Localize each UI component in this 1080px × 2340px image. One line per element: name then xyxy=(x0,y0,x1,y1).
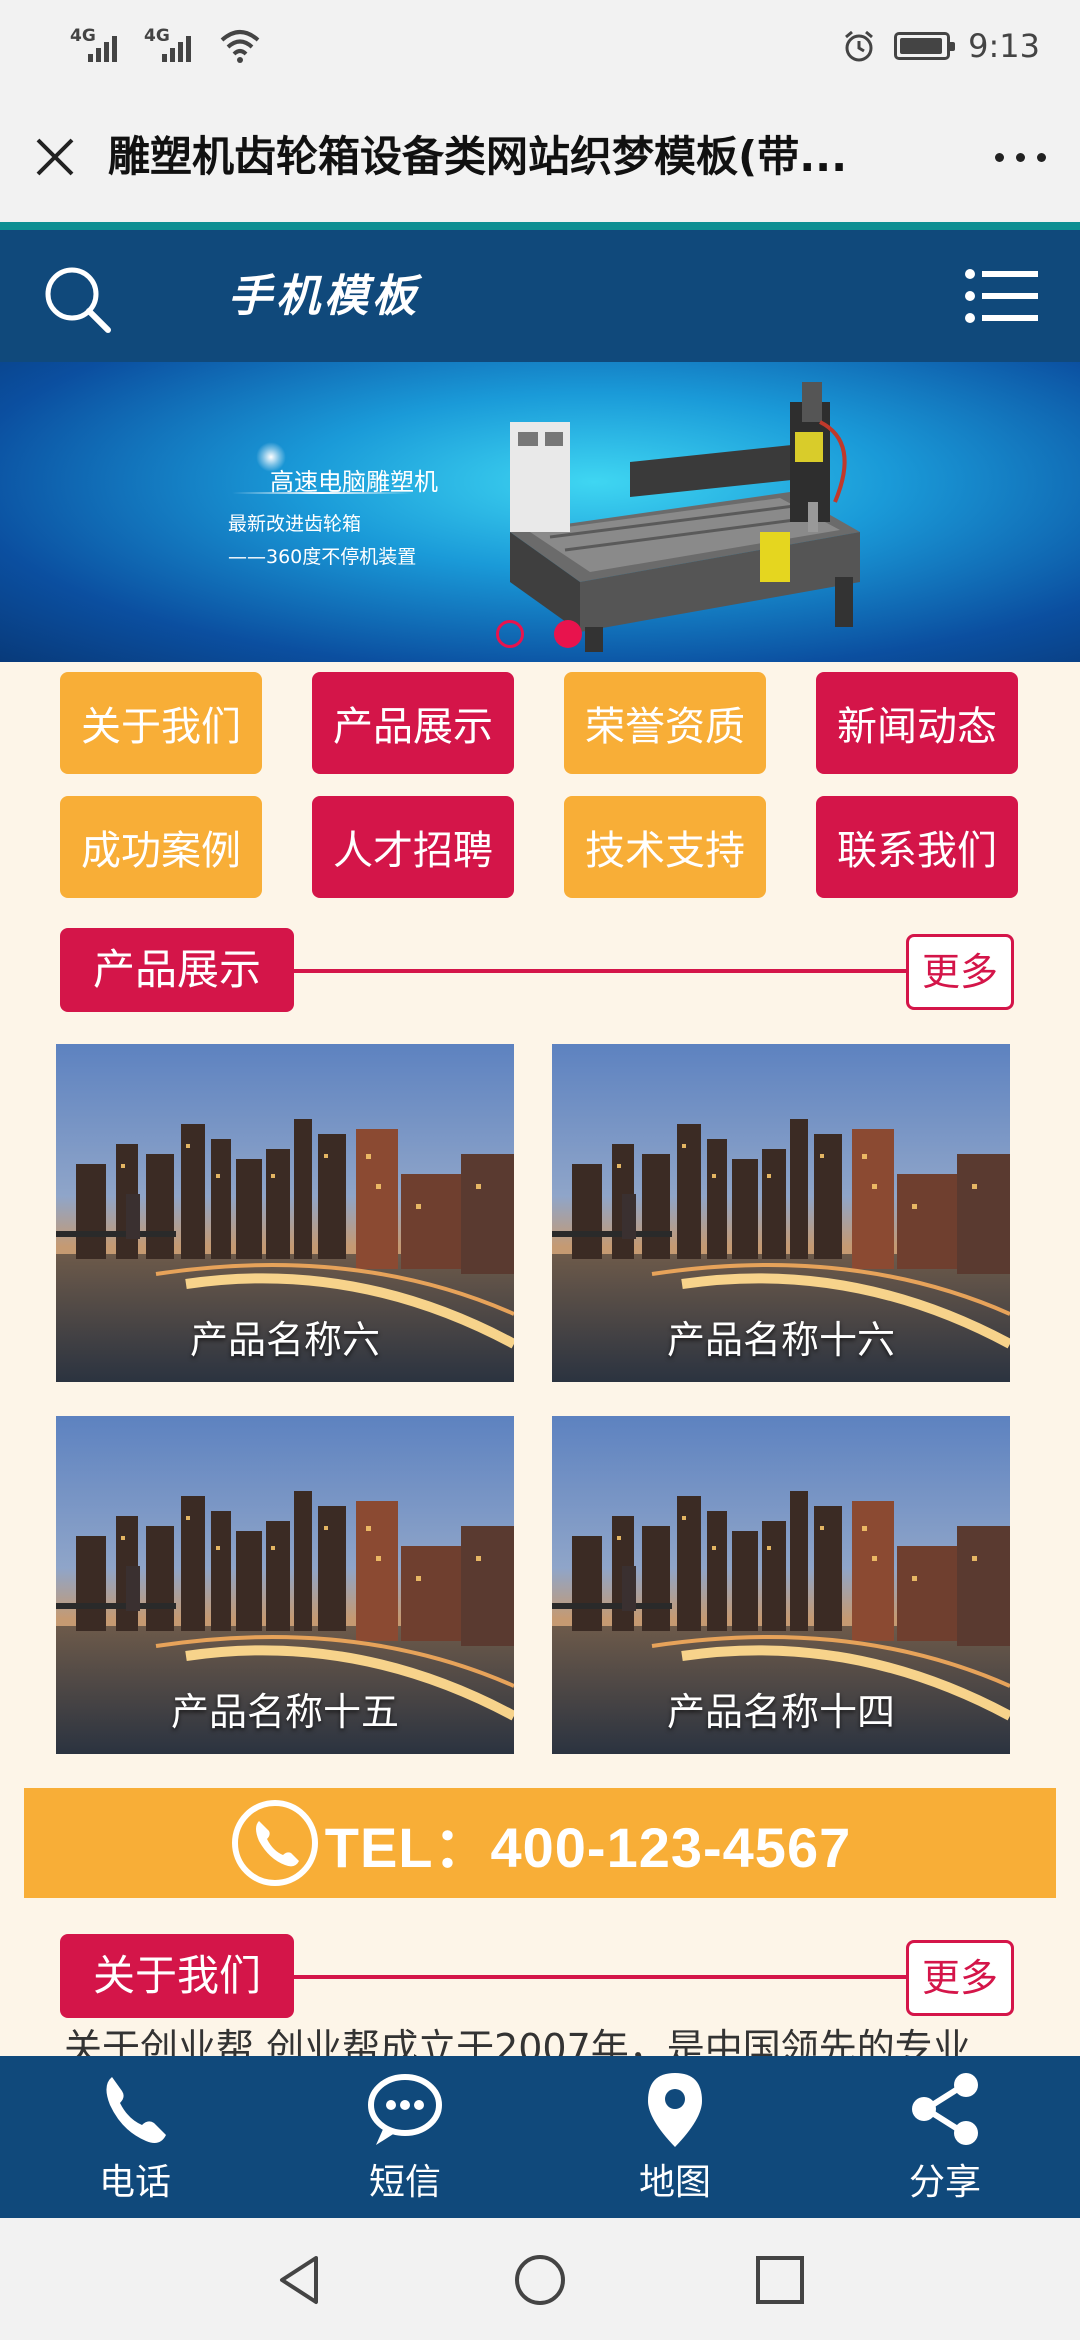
banner-heading: 高速电脑雕塑机 xyxy=(270,468,438,496)
product-card[interactable]: 产品名称十六 xyxy=(552,1044,1010,1382)
status-left: 4G 4G xyxy=(70,22,262,70)
nav-contact-button[interactable]: 联系我们 xyxy=(816,796,1018,898)
nav-about-button[interactable]: 关于我们 xyxy=(60,672,262,774)
nav-products-button[interactable]: 产品展示 xyxy=(312,672,514,774)
bottom-nav-label: 分享 xyxy=(908,2162,981,2203)
nav-cases-button[interactable]: 成功案例 xyxy=(60,796,262,898)
status-right: 9:13 xyxy=(842,22,1040,70)
banner-line-2: ——360度不停机装置 xyxy=(228,546,417,568)
bottom-nav-label: 电话 xyxy=(98,2162,171,2203)
system-nav-bar xyxy=(0,2218,1080,2340)
product-name: 产品名称十五 xyxy=(170,1690,399,1734)
bottom-nav-map[interactable]: 地图 xyxy=(540,2056,810,2218)
nav-news-button[interactable]: 新闻动态 xyxy=(816,672,1018,774)
product-name: 产品名称十四 xyxy=(666,1690,895,1734)
product-card[interactable]: 产品名称十四 xyxy=(552,1416,1010,1754)
recents-icon[interactable] xyxy=(752,2252,808,2308)
site-header: 手机模板 xyxy=(0,222,1080,362)
about-section-header: 关于我们 更多 xyxy=(60,1934,1014,2018)
product-name: 产品名称十六 xyxy=(666,1318,895,1362)
more-icon[interactable] xyxy=(990,142,1050,172)
product-grid: 产品名称六 产品名称十六 产品名称十五 产品名称十四 xyxy=(56,1044,1010,1754)
site-logo[interactable]: 手机模板 xyxy=(228,262,420,332)
product-card[interactable]: 产品名称六 xyxy=(56,1044,514,1382)
product-card[interactable]: 产品名称十五 xyxy=(56,1416,514,1754)
back-icon[interactable] xyxy=(272,2252,328,2308)
nav-honors-button[interactable]: 荣誉资质 xyxy=(564,672,766,774)
bottom-nav-phone[interactable]: 电话 xyxy=(0,2056,270,2218)
section-divider xyxy=(260,969,914,973)
status-bar: 4G 4G 9:13 xyxy=(0,0,1080,92)
message-icon xyxy=(368,2074,442,2145)
bottom-nav-message[interactable]: 短信 xyxy=(270,2056,540,2218)
tel-number: TEL：400-123-4567 xyxy=(324,1815,852,1879)
product-name: 产品名称六 xyxy=(189,1318,380,1362)
carousel-dot-active[interactable] xyxy=(554,620,582,648)
carousel-dots xyxy=(496,620,582,648)
nav-jobs-button[interactable]: 人才招聘 xyxy=(312,796,514,898)
bottom-nav-label: 地图 xyxy=(638,2162,711,2203)
share-icon xyxy=(912,2073,978,2145)
close-icon[interactable] xyxy=(30,132,80,182)
alarm-icon xyxy=(845,30,874,62)
products-section-title: 产品展示 xyxy=(60,928,294,1012)
products-section-header: 产品展示 更多 xyxy=(60,928,1014,1012)
wifi-icon xyxy=(220,30,260,63)
products-more-button[interactable]: 更多 xyxy=(906,934,1014,1010)
section-divider xyxy=(260,1975,914,1979)
map-pin-icon xyxy=(648,2073,702,2147)
home-icon[interactable] xyxy=(512,2252,568,2308)
status-time: 9:13 xyxy=(968,27,1040,65)
search-icon[interactable] xyxy=(38,260,118,340)
engraving-machine-image xyxy=(510,382,860,652)
tel-bar[interactable]: TEL：400-123-4567 xyxy=(24,1788,1056,1898)
banner-carousel[interactable]: 高速电脑雕塑机 最新改进齿轮箱 ——360度不停机装置 xyxy=(0,362,1080,662)
bottom-nav-label: 短信 xyxy=(368,2162,441,2203)
battery-icon xyxy=(894,32,956,60)
about-section-title: 关于我们 xyxy=(60,1934,294,2018)
nav-support-button[interactable]: 技术支持 xyxy=(564,796,766,898)
phone-icon xyxy=(106,2077,166,2143)
banner-line-1: 最新改进齿轮箱 xyxy=(228,513,362,535)
browser-title-bar: 雕塑机齿轮箱设备类网站织梦模板(带... xyxy=(0,92,1080,222)
bottom-nav: 电话 短信 地图 分享 xyxy=(0,2056,1080,2218)
bottom-nav-share[interactable]: 分享 xyxy=(810,2056,1080,2218)
banner-text: 高速电脑雕塑机 最新改进齿轮箱 ——360度不停机装置 xyxy=(228,462,438,569)
signal-icon: 4G xyxy=(70,26,126,66)
signal-icon: 4G xyxy=(144,26,200,66)
phone-icon xyxy=(231,1800,318,1886)
about-more-button[interactable]: 更多 xyxy=(906,1940,1014,2016)
page-title: 雕塑机齿轮箱设备类网站织梦模板(带... xyxy=(108,132,848,181)
about-text: 关于创业帮 创业帮成立于2007年，是中国领先的专业 xyxy=(64,2026,971,2058)
menu-icon[interactable] xyxy=(964,266,1040,326)
carousel-dot[interactable] xyxy=(496,620,524,648)
quick-nav-grid: 关于我们 产品展示 荣誉资质 新闻动态 成功案例 人才招聘 技术支持 联系我们 xyxy=(60,672,1020,898)
